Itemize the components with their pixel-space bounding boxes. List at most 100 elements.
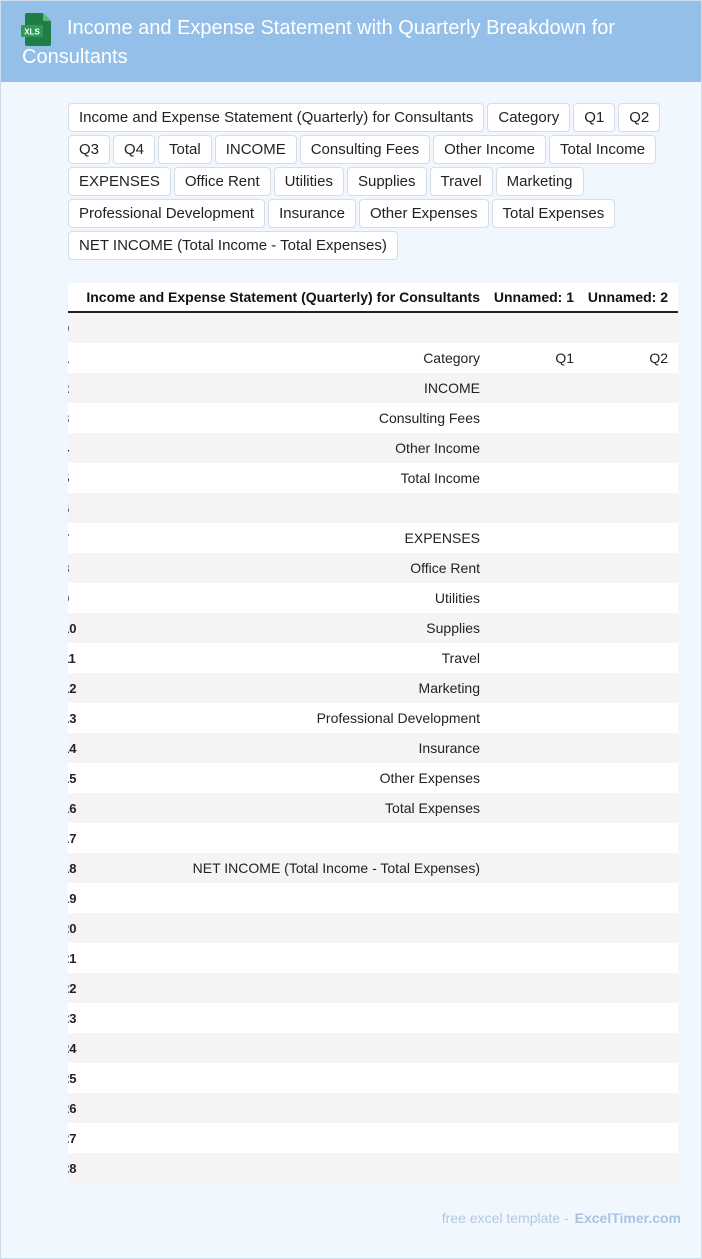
- page-header: XLS Income and Expense Statement with Qu…: [1, 1, 701, 82]
- table-header-row: Income and Expense Statement (Quarterly)…: [68, 283, 678, 313]
- column-tag[interactable]: Insurance: [268, 199, 356, 228]
- table-header-unnamed-1[interactable]: Unnamed: 1: [480, 289, 574, 305]
- statement-cell: Category: [423, 350, 480, 366]
- column-tag[interactable]: Q3: [68, 135, 111, 164]
- unnamed-2-cell: Q2: [649, 350, 668, 366]
- row-index-cell: 4: [68, 441, 80, 456]
- row-index-cell: 5: [68, 471, 80, 486]
- column-tag[interactable]: EXPENSES: [68, 167, 171, 196]
- column-tag[interactable]: Utilities: [273, 167, 344, 196]
- table-row: 13 Professional Development: [68, 703, 678, 733]
- row-index-cell: 20: [68, 920, 77, 936]
- column-tag[interactable]: Total Expenses: [491, 199, 616, 228]
- row-index-cell: 2: [68, 381, 80, 396]
- table-row: 7 EXPENSES: [68, 523, 678, 553]
- row-index-cell: 23: [68, 1010, 77, 1026]
- row-index-cell: 10: [68, 620, 77, 636]
- row-index-cell: 21: [68, 950, 77, 966]
- table-header-statement[interactable]: Income and Expense Statement (Quarterly)…: [80, 289, 480, 305]
- table-row: 2 INCOME: [68, 373, 678, 403]
- statement-cell: INCOME: [424, 380, 480, 396]
- table-row: 5 Total Income: [68, 463, 678, 493]
- statement-cell: Marketing: [418, 680, 480, 696]
- row-index-cell: 22: [68, 980, 77, 996]
- table-row: 17: [68, 823, 678, 853]
- table-row: 0: [68, 313, 678, 343]
- table-row: 24: [68, 1033, 678, 1063]
- row-index-cell: 18: [68, 860, 77, 876]
- footer-brand-link[interactable]: ExcelTimer.com: [575, 1210, 681, 1226]
- column-tag[interactable]: Travel: [429, 167, 493, 196]
- row-index-cell: 1: [68, 351, 80, 366]
- statement-cell: Other Expenses: [379, 770, 480, 786]
- table-row: 4 Other Income: [68, 433, 678, 463]
- column-tag[interactable]: Category: [487, 103, 571, 132]
- statement-cell: Total Income: [400, 470, 480, 486]
- table-row: 8 Office Rent: [68, 553, 678, 583]
- column-tag[interactable]: NET INCOME (Total Income - Total Expense…: [68, 231, 398, 260]
- table-row: 12 Marketing: [68, 673, 678, 703]
- column-tag[interactable]: Q2: [618, 103, 661, 132]
- column-tag[interactable]: Q1: [573, 103, 616, 132]
- table-row: 1 Category Q1 Q2: [68, 343, 678, 373]
- statement-cell: Insurance: [418, 740, 480, 756]
- table-row: 9 Utilities: [68, 583, 678, 613]
- statement-cell: Utilities: [434, 590, 480, 606]
- column-tag[interactable]: Total: [158, 135, 212, 164]
- row-index-cell: 8: [68, 561, 80, 576]
- table-row: 3 Consulting Fees: [68, 403, 678, 433]
- statement-cell: EXPENSES: [404, 530, 480, 546]
- table-body: 0 1 Category Q1 Q2 2 INCOME 3 Consulting Fees 4 Ot…: [68, 313, 678, 1183]
- column-tag[interactable]: Professional Development: [68, 199, 266, 228]
- row-index-cell: 19: [68, 890, 77, 906]
- table-header-unnamed-2[interactable]: Unnamed: 2: [574, 289, 668, 305]
- column-tag[interactable]: Other Expenses: [358, 199, 489, 228]
- table-row: 26: [68, 1093, 678, 1123]
- row-index-cell: 27: [68, 1130, 77, 1146]
- column-tag[interactable]: Income and Expense Statement (Quarterly)…: [68, 103, 485, 132]
- table-row: 6: [68, 493, 678, 523]
- statement-cell: Professional Development: [316, 710, 480, 726]
- statement-cell: Office Rent: [410, 560, 480, 576]
- row-index-cell: 26: [68, 1100, 77, 1116]
- row-index-cell: 0: [68, 321, 80, 336]
- column-tag[interactable]: Consulting Fees: [299, 135, 431, 164]
- footer-credit: free excel template - ExcelTimer.com: [0, 1210, 681, 1226]
- row-index-cell: 16: [68, 800, 77, 816]
- row-index-cell: 6: [68, 501, 80, 516]
- data-table: Income and Expense Statement (Quarterly)…: [68, 283, 678, 1183]
- table-row: 14 Insurance: [68, 733, 678, 763]
- table-row: 10 Supplies: [68, 613, 678, 643]
- table-row: 11 Travel: [68, 643, 678, 673]
- column-tag[interactable]: Q4: [113, 135, 156, 164]
- row-index-cell: 15: [68, 770, 77, 786]
- statement-cell: Total Expenses: [385, 800, 480, 816]
- footer-text: free excel template -: [441, 1210, 569, 1226]
- table-row: 22: [68, 973, 678, 1003]
- row-index-cell: 24: [68, 1040, 77, 1056]
- table-row: 16 Total Expenses: [68, 793, 678, 823]
- statement-cell: Consulting Fees: [378, 410, 480, 426]
- row-index-cell: 3: [68, 411, 80, 426]
- row-index-cell: 11: [68, 650, 76, 666]
- statement-cell: NET INCOME (Total Income - Total Expense…: [192, 860, 480, 876]
- column-tag[interactable]: Other Income: [433, 135, 546, 164]
- row-index-cell: 25: [68, 1070, 77, 1086]
- column-tag[interactable]: Marketing: [495, 167, 584, 196]
- column-tag[interactable]: Total Income: [549, 135, 657, 164]
- table-row: 28: [68, 1153, 678, 1183]
- row-index-cell: 28: [68, 1160, 77, 1176]
- statement-cell: Other Income: [395, 440, 480, 456]
- row-index-cell: 17: [68, 830, 77, 846]
- row-index-cell: 7: [68, 531, 80, 546]
- column-tag[interactable]: Office Rent: [173, 167, 271, 196]
- table-row: 21: [68, 943, 678, 973]
- row-index-cell: 13: [68, 710, 77, 726]
- table-row: 18 NET INCOME (Total Income - Total Expen…: [68, 853, 678, 883]
- table-row: 15 Other Expenses: [68, 763, 678, 793]
- table-row: 25: [68, 1063, 678, 1093]
- column-tag[interactable]: INCOME: [214, 135, 297, 164]
- row-index-cell: 9: [68, 591, 80, 606]
- column-tag[interactable]: Supplies: [346, 167, 427, 196]
- unnamed-1-cell: Q1: [555, 350, 574, 366]
